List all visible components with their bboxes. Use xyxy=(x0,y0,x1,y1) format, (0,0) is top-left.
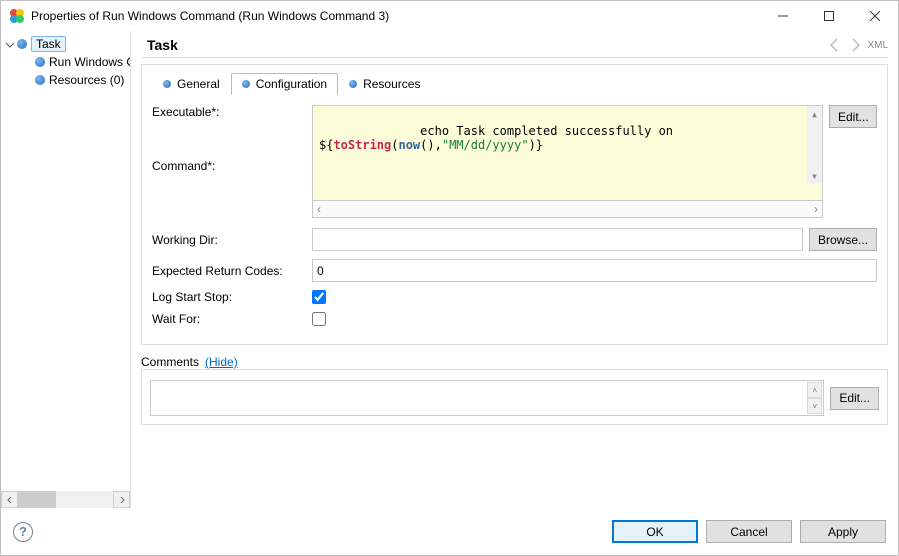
scroll-up-icon[interactable]: ▴ xyxy=(807,106,822,121)
scroll-right-icon[interactable]: › xyxy=(814,202,818,216)
xml-link[interactable]: XML xyxy=(867,40,888,51)
cancel-button[interactable]: Cancel xyxy=(706,520,792,543)
hide-comments-link[interactable]: (Hide) xyxy=(205,355,238,369)
tab-configuration[interactable]: Configuration xyxy=(231,73,338,95)
browse-button[interactable]: Browse... xyxy=(809,228,877,251)
tree-item-task[interactable]: Task xyxy=(1,35,130,53)
page-title: Task xyxy=(147,37,823,53)
arrow-right-icon[interactable] xyxy=(847,37,863,53)
expected-rc-input[interactable] xyxy=(312,259,877,282)
config-panel: General Configuration Resources Executab… xyxy=(141,64,888,345)
scroll-left-icon[interactable]: ‹ xyxy=(317,202,321,216)
edit-comments-button[interactable]: Edit... xyxy=(830,387,879,410)
node-icon xyxy=(35,75,45,85)
log-start-stop-checkbox[interactable] xyxy=(312,290,326,304)
help-icon[interactable]: ? xyxy=(13,522,33,542)
tree-label: Task xyxy=(36,37,61,51)
scroll-right-icon[interactable] xyxy=(113,491,130,508)
dot-icon xyxy=(242,80,250,88)
tree-label: Resources (0) xyxy=(49,73,124,87)
divider xyxy=(141,57,888,58)
titlebar: Properties of Run Windows Command (Run W… xyxy=(1,1,898,31)
executable-label: Executable*: xyxy=(152,105,312,119)
dot-icon xyxy=(349,80,357,88)
ok-button[interactable]: OK xyxy=(612,520,698,543)
tree-panel: Task Run Windows Command Resources (0) xyxy=(1,31,131,508)
panel-header: Task XML xyxy=(141,31,888,57)
tab-general[interactable]: General xyxy=(152,73,231,95)
comments-label: Comments xyxy=(141,355,199,369)
log-start-stop-label: Log Start Stop: xyxy=(152,290,312,304)
wait-for-label: Wait For: xyxy=(152,312,312,326)
apply-button[interactable]: Apply xyxy=(800,520,886,543)
dialog-footer: ? OK Cancel Apply xyxy=(1,508,898,555)
tree-item-resources[interactable]: Resources (0) xyxy=(1,71,130,89)
chevron-down-icon[interactable] xyxy=(5,39,15,49)
spinner[interactable]: ˄˅ xyxy=(807,382,822,414)
spin-up-icon[interactable]: ˄ xyxy=(807,382,822,398)
tree-label: Run Windows Command xyxy=(49,55,131,69)
title-text: Properties of Run Windows Command (Run W… xyxy=(31,9,760,23)
dialog-window: Properties of Run Windows Command (Run W… xyxy=(0,0,899,556)
arrow-left-icon[interactable] xyxy=(827,37,843,53)
v-scrollbar[interactable]: ▴ ▾ xyxy=(807,106,822,183)
command-editor[interactable]: echo Task completed successfully on ${to… xyxy=(312,105,823,201)
expected-rc-label: Expected Return Codes: xyxy=(152,264,312,278)
node-icon xyxy=(35,57,45,67)
tree-item-run-windows[interactable]: Run Windows Command xyxy=(1,53,130,71)
minimize-button[interactable] xyxy=(760,1,806,31)
h-scrollbar[interactable]: ‹ › xyxy=(312,201,823,218)
tree-h-scrollbar[interactable] xyxy=(1,491,130,508)
scroll-down-icon[interactable]: ▾ xyxy=(807,168,822,183)
edit-command-button[interactable]: Edit... xyxy=(829,105,877,128)
command-text: echo Task completed successfully on ${to… xyxy=(319,124,680,152)
node-icon xyxy=(17,39,27,49)
maximize-button[interactable] xyxy=(806,1,852,31)
scroll-left-icon[interactable] xyxy=(1,491,18,508)
tab-resources[interactable]: Resources xyxy=(338,73,431,95)
comments-input[interactable]: ˄˅ xyxy=(150,380,824,416)
dot-icon xyxy=(163,80,171,88)
command-label: Command*: xyxy=(152,159,312,173)
wait-for-checkbox[interactable] xyxy=(312,312,326,326)
close-button[interactable] xyxy=(852,1,898,31)
app-icon xyxy=(9,8,25,24)
working-dir-input[interactable] xyxy=(312,228,803,251)
spin-down-icon[interactable]: ˅ xyxy=(807,398,822,414)
working-dir-label: Working Dir: xyxy=(152,233,312,247)
tabs: General Configuration Resources xyxy=(152,73,877,95)
